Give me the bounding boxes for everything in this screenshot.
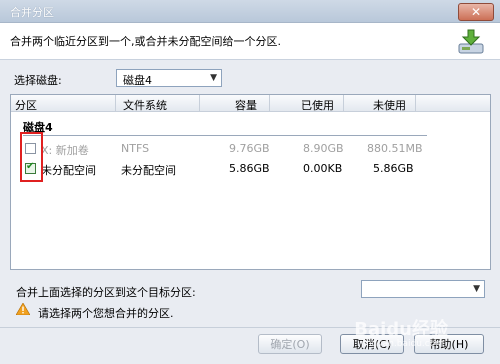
table-header: 分区 文件系统 容量 已使用 未使用 (11, 95, 490, 112)
warning-text: 请选择两个您想合并的分区. (38, 307, 174, 320)
partition-name: X: 新加卷 (41, 144, 89, 157)
disk-select[interactable]: 磁盘4 ▼ (116, 69, 222, 87)
highlight-annotation (20, 132, 43, 182)
free: 880.51MB (367, 142, 423, 155)
divider (23, 135, 427, 136)
table-row[interactable]: 未分配空间 未分配空间 5.86GB 0.00KB 5.86GB (11, 159, 490, 179)
title-bar: 合并分区 ✕ (0, 0, 500, 23)
free: 5.86GB (373, 162, 414, 175)
window-title: 合并分区 (10, 6, 54, 19)
table-row[interactable]: X: 新加卷 NTFS 9.76GB 8.90GB 880.51MB (11, 139, 490, 159)
column-header-capacity[interactable]: 容量 (235, 97, 257, 113)
capacity: 9.76GB (229, 142, 270, 155)
chevron-down-icon: ▼ (473, 284, 480, 294)
partition-table: 分区 文件系统 容量 已使用 未使用 磁盘4 X: 新加卷 NTFS 9.76G… (10, 94, 491, 270)
column-header-used[interactable]: 已使用 (301, 97, 334, 113)
close-icon: ✕ (470, 5, 482, 19)
ok-button[interactable]: 确定(O) (258, 334, 322, 354)
close-button[interactable]: ✕ (458, 3, 494, 21)
target-partition-select[interactable]: ▼ (361, 280, 485, 298)
column-header-free[interactable]: 未使用 (373, 97, 406, 113)
header-description: 合并两个临近分区到一个,或合并未分配空间给一个分区. (10, 35, 281, 48)
watermark-logo: Baidu经验 (354, 319, 448, 340)
filesystem: NTFS (121, 142, 150, 155)
merge-arrow-icon (458, 29, 484, 54)
watermark-url: jingyan.baidu.com (360, 339, 444, 349)
capacity: 5.86GB (229, 162, 270, 175)
column-header-partition[interactable]: 分区 (15, 97, 37, 113)
chevron-down-icon: ▼ (210, 73, 217, 83)
filesystem: 未分配空间 (121, 164, 176, 177)
disk-select-label: 选择磁盘: (14, 74, 62, 87)
disk-select-value: 磁盘4 (123, 74, 152, 87)
header-panel: 合并两个临近分区到一个,或合并未分配空间给一个分区. (0, 23, 500, 60)
column-header-filesystem[interactable]: 文件系统 (123, 97, 167, 113)
target-label: 合并上面选择的分区到这个目标分区: (16, 286, 196, 299)
partition-name: 未分配空间 (41, 164, 96, 177)
used: 8.90GB (303, 142, 344, 155)
used: 0.00KB (303, 162, 343, 175)
warning-icon (16, 303, 30, 315)
